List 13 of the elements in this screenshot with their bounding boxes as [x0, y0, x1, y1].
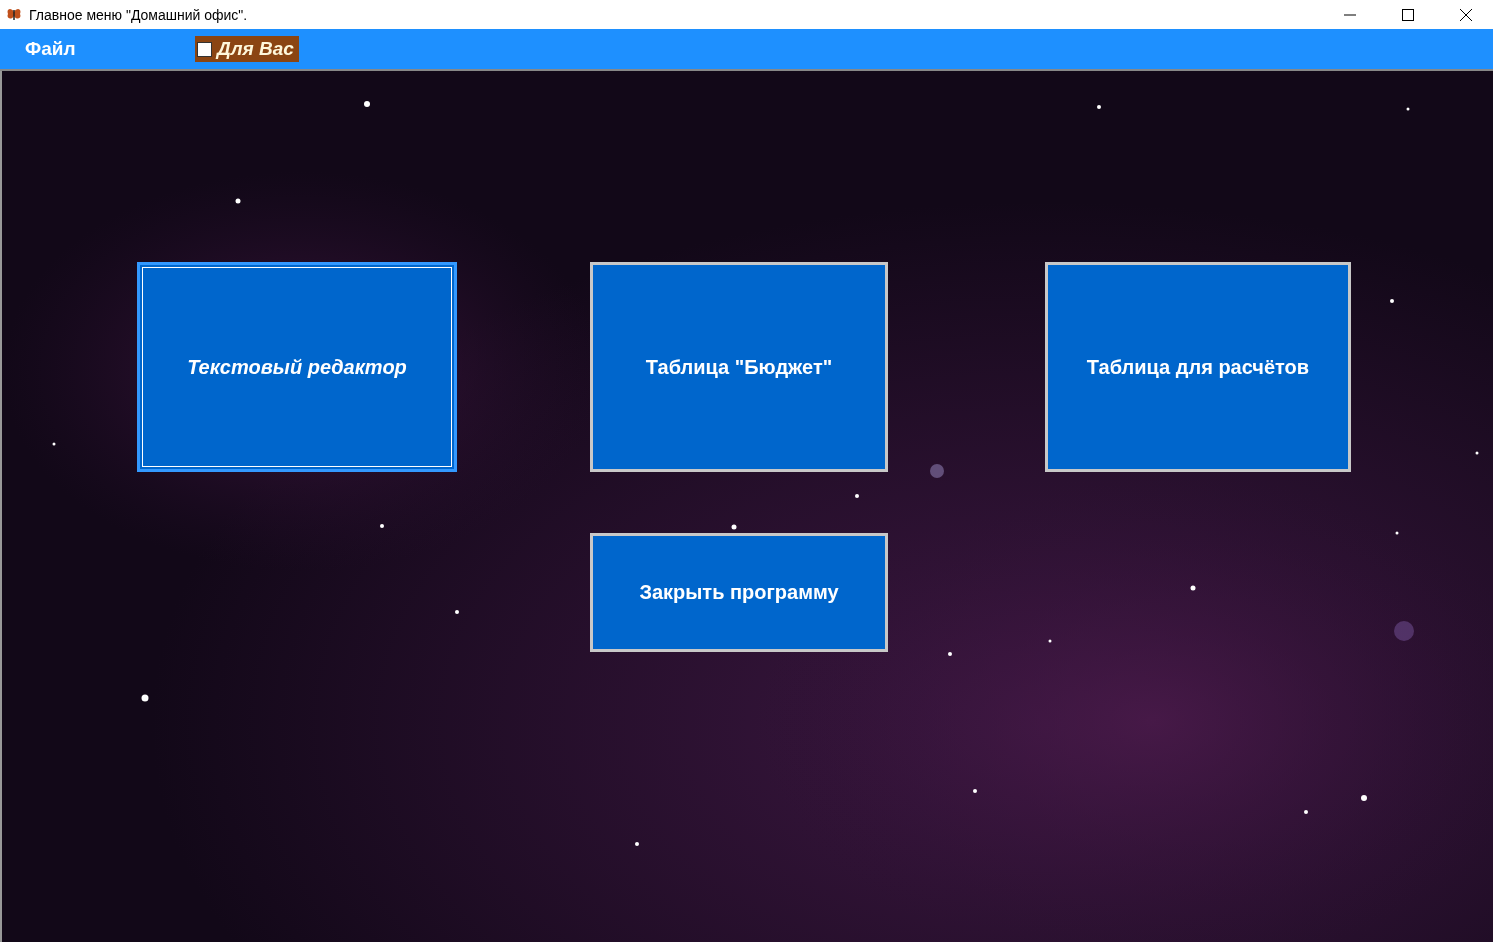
butterfly-icon [6, 7, 22, 22]
menu-button[interactable]: Закрыть программу [590, 533, 888, 652]
maximize-icon [1402, 8, 1414, 21]
minimize-icon [1344, 13, 1356, 16]
checkbox-label: Для Вас [217, 38, 294, 60]
window-title: Главное меню "Домашний офис". [29, 6, 249, 23]
checkbox[interactable] [197, 41, 212, 57]
close-icon [1460, 8, 1472, 21]
checkbox-item[interactable]: Для Вас [195, 36, 299, 62]
menu-item[interactable]: Файл [25, 38, 195, 60]
menu-button[interactable]: Текстовый редактор [137, 262, 457, 472]
menu-button[interactable]: Таблица "Бюджет" [590, 262, 888, 472]
menu-button[interactable]: Таблица для расчётов [1045, 262, 1351, 472]
